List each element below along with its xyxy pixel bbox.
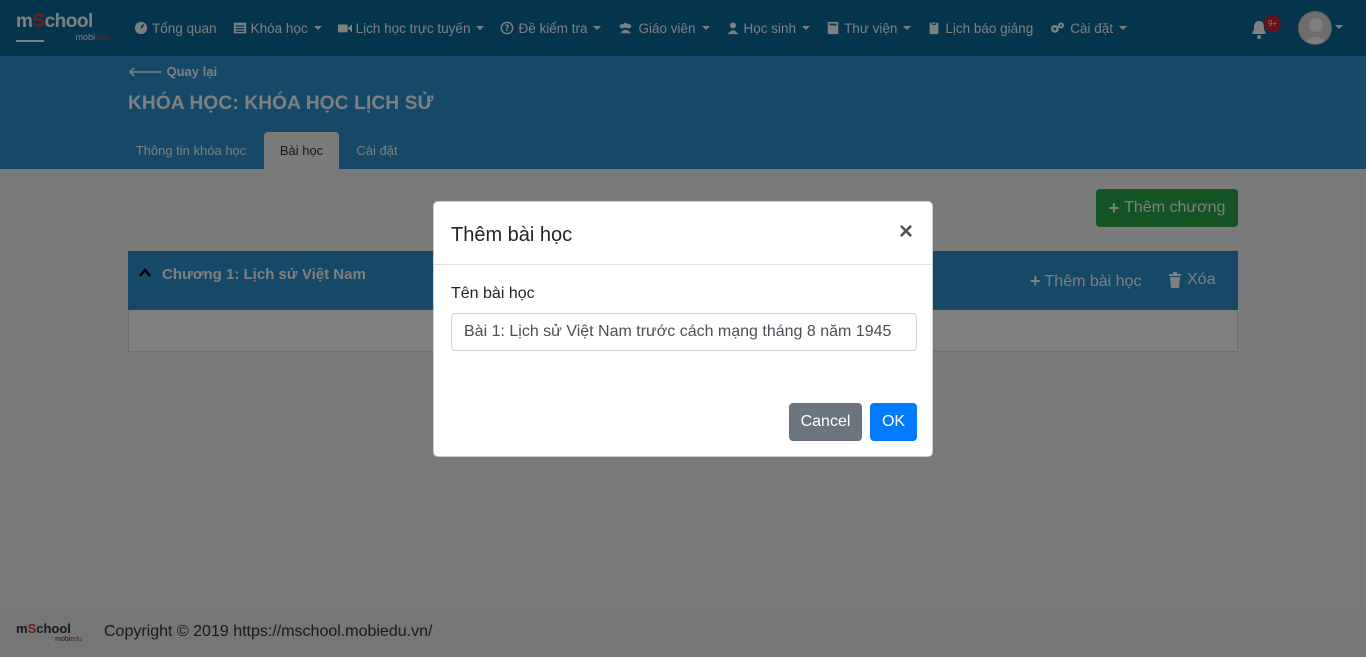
lesson-name-label: Tên bài học (451, 285, 535, 302)
add-lesson-modal: Thêm bài học × Tên bài học Cancel OK (433, 201, 933, 457)
cancel-button[interactable]: Cancel (789, 403, 862, 441)
modal-title: Thêm bài học (451, 224, 573, 246)
ok-button[interactable]: OK (870, 403, 917, 441)
close-icon[interactable]: × (899, 220, 913, 244)
lesson-name-input[interactable] (451, 313, 917, 351)
modal-header: Thêm bài học × (434, 202, 932, 265)
